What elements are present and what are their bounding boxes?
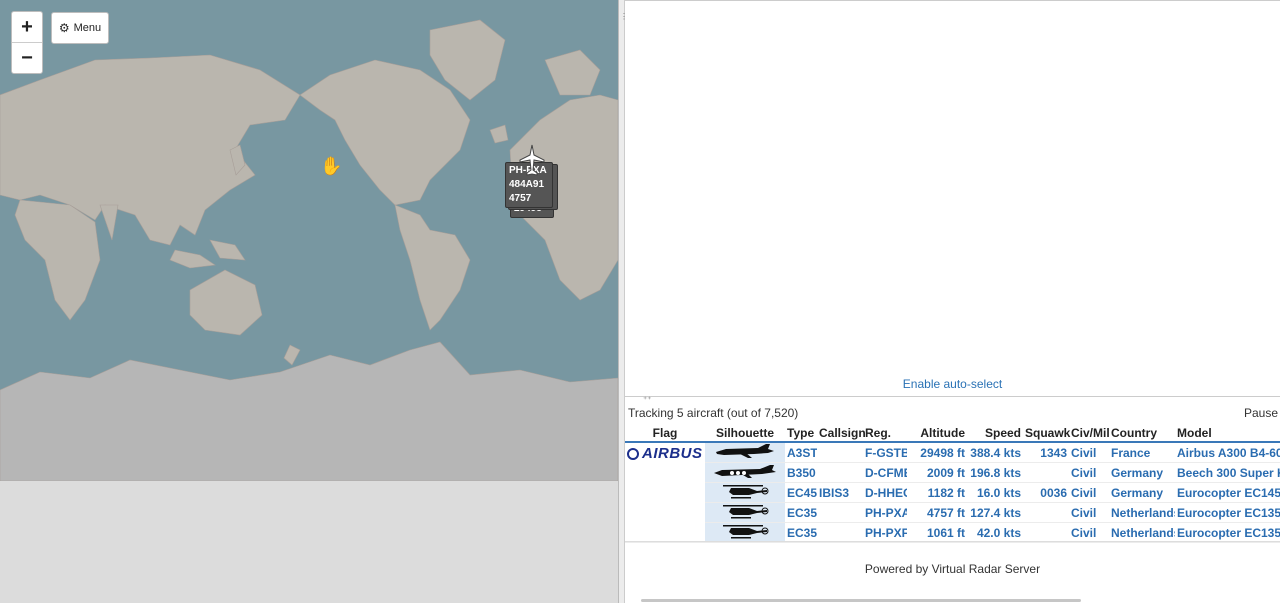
cell-type: A3ST [787, 445, 817, 460]
helicopter-silhouette-icon [705, 482, 785, 503]
aircraft-label-icao: 484A91 [509, 179, 545, 190]
helicopter-silhouette-icon [705, 502, 785, 523]
cell-callsign [817, 442, 863, 463]
cell-type: EC35 [787, 505, 817, 520]
aircraft-row[interactable]: B350 D-CFME 2009 ft 196.8 kts Civil Germany Be… [625, 462, 1280, 483]
tracking-count: Tracking 5 aircraft (out of 7,520) [628, 406, 799, 420]
cell-altitude: 2009 ft [926, 465, 965, 480]
world-map[interactable]: + − ⚙ Menu 29498 PH-PXA 484A91 4757 ✋ [0, 0, 618, 481]
cell-country: Germany [1111, 465, 1164, 480]
column-header-flag[interactable]: Flag [625, 424, 705, 443]
airbus-logo-text: AIRBUS [642, 445, 703, 462]
cell-civ-mil: Civil [1071, 505, 1097, 520]
column-header-callsign[interactable]: Callsign [817, 424, 866, 443]
cell-squawk: 1343 [1040, 445, 1067, 460]
enable-auto-select-link[interactable]: Enable auto-select [625, 377, 1280, 391]
aircraft-row[interactable]: EC45IBIS3 D-HHEC 1182 ft 16.0 kts 0036 Civil G… [625, 482, 1280, 503]
column-header-altitude[interactable]: Altitude [907, 424, 967, 443]
hand-cursor-icon: ✋ [320, 156, 343, 176]
aircraft-icon[interactable] [519, 144, 545, 176]
menu-label: Menu [73, 22, 102, 34]
cell-speed: 16.0 kts [976, 485, 1021, 500]
cell-civ-mil: Civil [1071, 525, 1097, 540]
cell-callsign [817, 463, 863, 483]
cell-altitude: 1182 ft [927, 485, 965, 500]
column-header-silhouette[interactable]: Silhouette [705, 424, 785, 443]
cell-altitude: 4757 ft [926, 505, 965, 520]
cell-type: B350 [787, 465, 816, 480]
cell-squawk: 0036 [1040, 485, 1067, 500]
cell-registration: F-GSTB [865, 445, 907, 460]
aircraft-detail-panel: Enable auto-select ⁺⁺ [625, 1, 1280, 404]
cell-speed: 388.4 kts [970, 445, 1021, 460]
cell-squawk [1023, 523, 1069, 543]
cell-country: Netherlands [1111, 525, 1175, 540]
aircraft-marker-stack[interactable]: 29498 PH-PXA 484A91 4757 [505, 144, 558, 218]
column-header-type[interactable]: Type [785, 424, 817, 443]
zoom-controls: + − [11, 11, 43, 74]
cell-country: Netherlands [1111, 505, 1175, 520]
cell-altitude: 1061 ft [926, 525, 965, 540]
cell-model: Airbus A300 B4-608ST [1177, 445, 1280, 460]
airbus-logo: AIRBUS [627, 445, 705, 462]
map-menu-button[interactable]: ⚙ Menu [51, 12, 109, 44]
cell-callsign [817, 503, 863, 523]
column-header-speed[interactable]: Speed [967, 424, 1023, 443]
zoom-in-button[interactable]: + [12, 12, 42, 42]
cell-registration: PH-PXF [865, 525, 907, 540]
gear-icon: ⚙ [58, 21, 70, 35]
cell-model: Eurocopter EC145 C-2 [1177, 485, 1280, 500]
cell-speed: 127.4 kts [970, 505, 1021, 520]
helicopter-silhouette-icon [705, 522, 785, 543]
cell-model: Eurocopter EC135 P2+ [1177, 525, 1280, 540]
aircraft-row[interactable]: EC35 PH-PXF 1061 ft 42.0 kts Civil Netherland… [625, 522, 1280, 543]
jet-silhouette-icon [705, 442, 785, 463]
column-header-model[interactable]: Model [1175, 424, 1280, 443]
cell-squawk [1023, 463, 1069, 483]
aircraft-row[interactable]: EC35 PH-PXA 4757 ft 127.4 kts Civil Netherlan… [625, 502, 1280, 523]
right-pane: Enable auto-select ⁺⁺ Tracking 5 aircraf… [625, 0, 1280, 603]
world-map-graphic [0, 19, 618, 481]
column-header-registration[interactable]: Reg. [863, 424, 907, 443]
map-pane: + − ⚙ Menu 29498 PH-PXA 484A91 4757 ✋ [0, 0, 618, 603]
column-header-country[interactable]: Country [1109, 424, 1175, 443]
cell-callsign [817, 523, 863, 543]
horizontal-scrollbar[interactable] [641, 599, 1081, 602]
cell-registration: D-CFME [865, 465, 907, 480]
aircraft-list-table: Flag Silhouette Type Callsign Reg. Altit… [625, 424, 1280, 543]
table-bottom-border [625, 541, 1280, 542]
operator-flag-cell: AIRBUS [625, 442, 705, 543]
table-header-row: Flag Silhouette Type Callsign Reg. Altit… [625, 424, 1280, 443]
cell-civ-mil: Civil [1071, 485, 1097, 500]
airbus-swirl-icon [627, 447, 639, 460]
column-header-squawk[interactable]: Squawk [1023, 424, 1070, 443]
cell-civ-mil: Civil [1071, 465, 1097, 480]
cell-speed: 42.0 kts [976, 525, 1021, 540]
cell-model: Beech 300 Super King A [1177, 465, 1280, 480]
cell-callsign: IBIS3 [819, 485, 850, 500]
aircraft-row[interactable]: AIRBUS A3ST F-GSTB 29498 ft 388.4 kts 1343 Civ… [625, 442, 1280, 463]
cell-model: Eurocopter EC135 P2+ [1177, 505, 1280, 520]
cell-registration: PH-PXA [865, 505, 907, 520]
cell-speed: 196.8 kts [970, 465, 1021, 480]
cell-altitude: 29498 ft [920, 445, 965, 460]
column-header-civ-mil[interactable]: Civ/Mil [1069, 424, 1110, 443]
horizontal-splitter-grip-icon[interactable]: ⁺⁺ [643, 395, 651, 404]
cell-type: EC35 [787, 525, 817, 540]
cell-registration: D-HHEC [865, 485, 907, 500]
turboprop-silhouette-icon [705, 462, 785, 483]
cell-country: France [1111, 445, 1151, 460]
aircraft-label-altitude: 4757 [509, 193, 532, 204]
cell-country: Germany [1111, 485, 1164, 500]
cell-type: EC45 [787, 485, 817, 500]
pause-button[interactable]: Pause [1244, 406, 1278, 420]
zoom-out-button[interactable]: − [12, 42, 42, 73]
powered-by-text: Powered by Virtual Radar Server [864, 562, 1041, 576]
cell-squawk [1023, 503, 1069, 523]
vertical-splitter[interactable]: ⋮ [618, 0, 628, 603]
cell-civ-mil: Civil [1071, 445, 1097, 460]
